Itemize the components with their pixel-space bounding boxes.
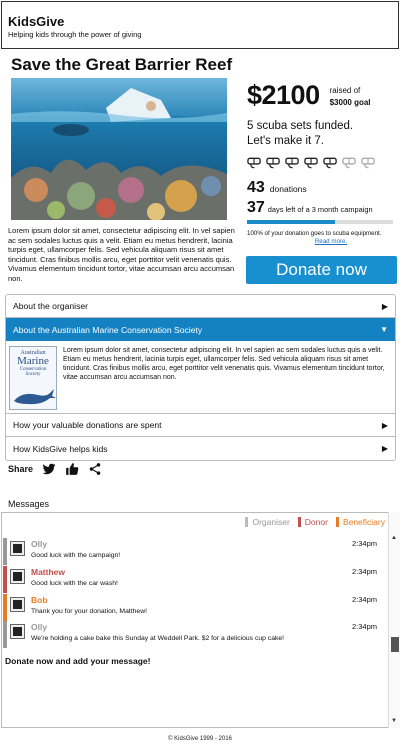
- info-accordion: About the organiser ▶ About the Australi…: [5, 294, 396, 461]
- days-progress-bar: [247, 220, 393, 224]
- message-text: We're holding a cake bake this Sunday at…: [31, 635, 285, 642]
- avatar: [11, 625, 24, 638]
- donations-count: 43: [247, 179, 265, 196]
- tagline: Helping kids through the power of giving: [8, 30, 142, 39]
- site-header: KidsGive Helping kids through the power …: [1, 1, 399, 49]
- snorkel-mask-icon: [342, 157, 356, 169]
- amount-raised: $2100: [247, 80, 320, 110]
- message-text: Thank you for your donation, Matthew!: [31, 608, 147, 615]
- scroll-up-icon[interactable]: ▲: [391, 535, 397, 541]
- campaign-image: [11, 78, 227, 220]
- donate-now-button[interactable]: Donate now: [246, 256, 397, 284]
- amcs-description: Lorem ipsum dolor sit amet, consectetur …: [63, 347, 385, 381]
- whale-icon: [14, 389, 56, 405]
- chevron-right-icon: ▶: [381, 420, 388, 430]
- role-indicator: [3, 594, 7, 621]
- goal-amount: $3000 goal: [329, 98, 371, 107]
- thumbs-up-icon[interactable]: [65, 462, 79, 476]
- accordion-label: About the Australian Marine Conservation…: [13, 324, 203, 335]
- scuba-sets-meter: [247, 156, 397, 170]
- snorkel-mask-icon: [247, 157, 261, 169]
- role-indicator: [3, 538, 7, 565]
- legend-donor: Donor: [297, 517, 328, 527]
- goal-text: raised of $3000 goal: [330, 80, 371, 109]
- avatar: [11, 542, 24, 555]
- messages-panel: Organiser Donor Beneficiary Olly 2:34pm Good…: [1, 512, 399, 728]
- message-time: 2:34pm: [351, 539, 377, 548]
- role-legend: Organiser Donor Beneficiary: [245, 517, 385, 527]
- message-time: 2:34pm: [351, 567, 377, 576]
- days-progress-fill: [247, 220, 335, 224]
- role-indicator: [3, 566, 7, 593]
- footer-copyright: © KidsGive 1999 - 2016: [168, 736, 232, 742]
- snorkel-mask-icon: [361, 157, 375, 169]
- amcs-logo: Australian Marine Conservation Society: [9, 346, 57, 410]
- brand-name[interactable]: KidsGive: [8, 15, 392, 29]
- message-item: Olly 2:34pm Good luck with the campaign!: [2, 538, 385, 565]
- scroll-thumb[interactable]: [391, 637, 399, 652]
- share-icon[interactable]: [88, 462, 102, 476]
- message-text: Good luck with the campaign!: [31, 552, 121, 559]
- accordion-about-organiser[interactable]: About the organiser ▶: [6, 295, 395, 318]
- donations-label: donations: [269, 184, 307, 194]
- legend-organiser: Organiser: [245, 517, 290, 527]
- raised-of-label: raised of: [329, 86, 361, 95]
- snorkel-mask-icon: [285, 157, 299, 169]
- logo-text: Society: [25, 372, 41, 377]
- messages-heading: Messages: [8, 499, 50, 509]
- logo-text: Marine: [17, 355, 49, 367]
- messages-scrollbar[interactable]: ▲ ▼: [388, 512, 400, 728]
- read-more-link[interactable]: Read more.: [265, 238, 397, 245]
- message-item: Bob 2:34pm Thank you for your donation, Ma…: [2, 594, 385, 621]
- message-time: 2:34pm: [351, 622, 377, 631]
- funded-line2: Let's make it 7.: [247, 135, 324, 147]
- snorkel-mask-icon: [304, 157, 318, 169]
- accordion-about-amcs[interactable]: About the Australian Marine Conservation…: [6, 318, 395, 341]
- avatar: [11, 598, 24, 611]
- days-left-count: 37: [247, 199, 265, 216]
- accordion-label: How your valuable donations are spent: [13, 420, 162, 430]
- campaign-description: Lorem ipsum dolor sit amet, consectetur …: [8, 226, 235, 283]
- message-author: Olly: [31, 622, 48, 632]
- share-bar: Share: [8, 462, 102, 476]
- message-author: Bob: [31, 595, 48, 605]
- chevron-right-icon: ▶: [381, 444, 388, 453]
- legend-beneficiary: Beneficiary: [335, 517, 385, 527]
- days-left-label: days left of a 3 month campaign: [267, 205, 373, 214]
- scroll-down-icon[interactable]: ▼: [391, 718, 397, 724]
- message-time: 2:34pm: [351, 595, 377, 604]
- accordion-panel-amcs: Australian Marine Conservation Society L…: [6, 341, 395, 414]
- campaign-title: Save the Great Barrier Reef: [11, 55, 233, 74]
- chevron-right-icon: ▶: [381, 301, 388, 311]
- message-item: Olly 2:34pm We're holding a cake bake this…: [2, 621, 385, 648]
- snorkel-mask-icon: [323, 157, 337, 169]
- avatar: [11, 570, 24, 583]
- funded-text: 5 scuba sets funded. Let's make it 7.: [247, 119, 397, 149]
- twitter-icon[interactable]: [42, 462, 56, 476]
- share-label: Share: [8, 464, 34, 474]
- accordion-label: How KidsGive helps kids: [13, 443, 108, 454]
- donation-note: 100% of your donation goes to scuba equi…: [247, 230, 382, 237]
- accordion-label: About the organiser: [13, 301, 89, 311]
- compose-prompt[interactable]: Donate now and add your message!: [5, 656, 150, 666]
- chevron-down-icon: ▼: [380, 325, 388, 334]
- accordion-how-kidsgive-helps[interactable]: How KidsGive helps kids ▶: [6, 437, 395, 460]
- message-author: Olly: [31, 539, 48, 549]
- funded-line1: 5 scuba sets funded.: [247, 120, 354, 132]
- reef-photo: [11, 78, 227, 220]
- message-text: Good luck with the car wash!: [31, 580, 118, 587]
- message-author: Matthew: [31, 567, 65, 577]
- campaign-stats: $2100 raised of $3000 goal 5 scuba sets …: [247, 80, 397, 245]
- message-item: Matthew 2:34pm Good luck with the car wash…: [2, 566, 385, 593]
- role-indicator: [3, 621, 7, 648]
- accordion-donations-spent[interactable]: How your valuable donations are spent ▶: [6, 414, 395, 437]
- snorkel-mask-icon: [266, 157, 280, 169]
